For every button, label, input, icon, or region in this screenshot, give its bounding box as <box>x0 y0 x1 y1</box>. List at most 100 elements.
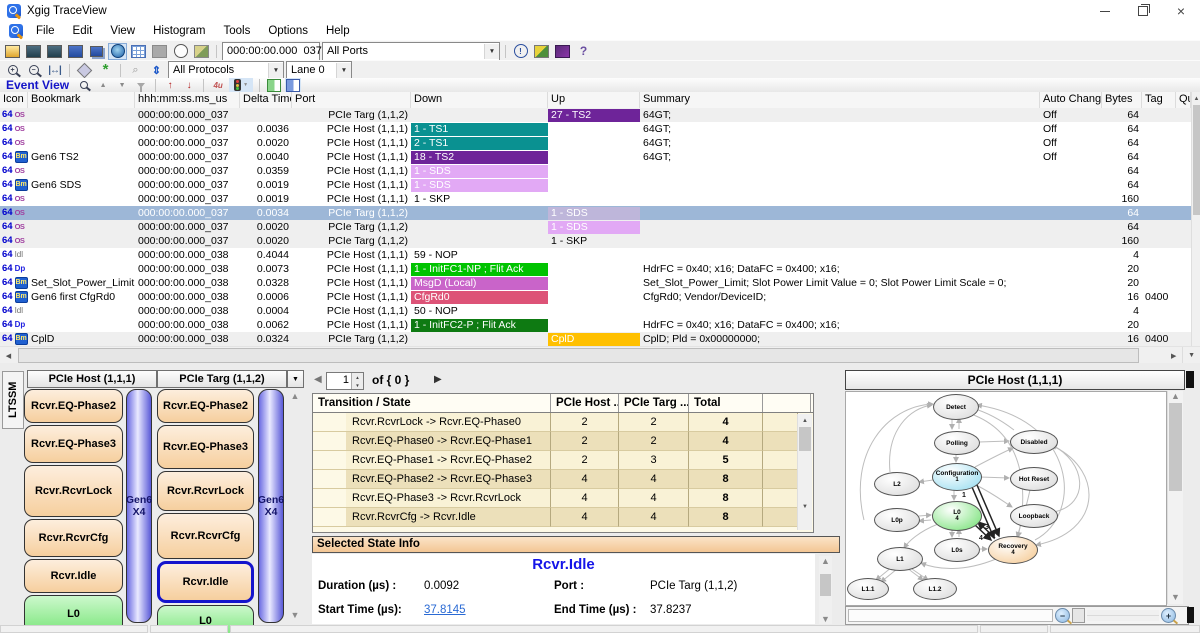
prev-event-icon[interactable]: ▲ <box>95 78 111 92</box>
col-icon[interactable]: Icon <box>0 92 28 108</box>
state-node-l2[interactable]: L2 <box>874 472 920 496</box>
help-icon[interactable]: ? <box>574 43 593 60</box>
table-row[interactable]: 64BmCplD000:00:00.000_0380.0324PCIe Targ… <box>0 332 1191 346</box>
state-node-l0[interactable]: L04 <box>932 501 982 531</box>
state-node-l0p[interactable]: L0p <box>874 508 920 532</box>
time-position-field[interactable]: 000:00:00.000 037▼ <box>222 42 320 61</box>
col-down[interactable]: Down <box>411 92 548 108</box>
zoom-in-icon[interactable]: + <box>1161 608 1176 623</box>
search-icon[interactable]: ⌕ <box>126 62 145 79</box>
import-trace-icon[interactable] <box>24 43 43 60</box>
transition-row[interactable]: Rcvr.RcvrCfg -> Rcvr.Idle448 <box>313 508 813 527</box>
col-total[interactable]: Total <box>689 394 763 412</box>
menu-view[interactable]: View <box>101 24 144 38</box>
col-tag[interactable]: Tag <box>1142 92 1176 108</box>
state-node-recovery[interactable]: Recovery4 <box>988 536 1038 564</box>
ltssm-state-rcvr-rcvrcfg[interactable]: Rcvr.RcvrCfg <box>24 519 123 557</box>
ports-dropdown-icon[interactable]: ▼ <box>484 44 499 59</box>
scroll-right-icon[interactable]: ▶ <box>1165 347 1182 364</box>
diagram-hscroll-track[interactable] <box>848 609 1053 622</box>
transition-row[interactable]: Rcvr.EQ-Phase0 -> Rcvr.EQ-Phase1224 <box>313 432 813 451</box>
col-delta[interactable]: Delta Time <box>240 92 292 108</box>
col-bytes[interactable]: Bytes <box>1102 92 1142 108</box>
scroll-up-icon[interactable]: ▲ <box>819 556 832 566</box>
view-split-icon[interactable] <box>266 78 282 92</box>
table-row[interactable]: 64OS000:00:00.000_0370.0036PCIe Host (1,… <box>0 122 1191 136</box>
scroll-down-icon[interactable]: ▼ <box>1168 592 1183 602</box>
page-spinbox[interactable]: 1 ▲▼ <box>326 372 364 390</box>
restore-button[interactable] <box>1124 0 1162 22</box>
table-row[interactable]: 64BmGen6 SDS000:00:00.000_0370.0019PCIe … <box>0 178 1191 192</box>
menu-tools[interactable]: Tools <box>214 24 259 38</box>
menu-histogram[interactable]: Histogram <box>144 24 214 38</box>
grid-view-icon[interactable] <box>129 43 148 60</box>
state-node-hot-reset[interactable]: Hot Reset <box>1010 467 1058 491</box>
open-file-icon[interactable] <box>3 43 22 60</box>
expert-analysis-icon[interactable] <box>532 43 551 60</box>
protocols-dropdown-icon[interactable]: ▼ <box>268 63 283 78</box>
ltssm-scroll-down-icon[interactable]: ▼ <box>288 610 302 620</box>
table-row[interactable]: 64Idl000:00:00.000_0380.4044PCIe Host (1… <box>0 248 1191 262</box>
zoom-slider-thumb[interactable] <box>1072 608 1085 623</box>
export-trace-icon[interactable] <box>45 43 64 60</box>
transition-vscrollbar[interactable]: ▲ ▼ <box>797 414 812 530</box>
page-next-icon[interactable]: ▶ <box>434 374 442 385</box>
timer-icon[interactable] <box>171 43 190 60</box>
inspect-icon[interactable] <box>76 78 92 92</box>
scroll-down-icon[interactable]: ▼ <box>798 500 812 513</box>
add-marker-icon[interactable]: * <box>96 62 115 79</box>
protocols-combo[interactable]: All Protocols▼ <box>168 61 284 80</box>
state-node-loopback[interactable]: Loopback <box>1010 504 1058 528</box>
table-row[interactable]: 64OS000:00:00.000_0370.0034PCIe Targ (1,… <box>0 206 1191 220</box>
ltssm-state-rcvr-eq-phase3[interactable]: Rcvr.EQ-Phase3 <box>24 425 123 463</box>
transition-row[interactable]: Rcvr.EQ-Phase3 -> Rcvr.RcvrLock448 <box>313 489 813 508</box>
col-qu[interactable]: Qu <box>1176 92 1191 108</box>
table-row[interactable]: 64OS000:00:00.000_0370.0019PCIe Host (1,… <box>0 192 1191 206</box>
page-prev-icon[interactable]: ◀ <box>314 374 322 385</box>
col-summary[interactable]: Summary <box>640 92 1040 108</box>
jump-down-icon[interactable]: ↓ <box>181 78 197 92</box>
start-time-link[interactable]: 37.8145 <box>424 604 466 616</box>
col-transition-state[interactable]: Transition / State <box>313 394 551 412</box>
event-hscrollbar[interactable]: ◀ ▶ ▼ <box>0 346 1200 364</box>
state-node-detect[interactable]: Detect <box>933 394 979 420</box>
ltssm-state-rcvr-eq-phase3[interactable]: Rcvr.EQ-Phase3 <box>157 425 254 469</box>
state-node-l0s[interactable]: L0s <box>934 538 980 562</box>
scroll-down-icon[interactable]: ▼ <box>819 614 832 624</box>
protocol-view-icon[interactable] <box>553 43 572 60</box>
zoom-out-icon[interactable]: − <box>1055 608 1070 623</box>
table-row[interactable]: 64Dp000:00:00.000_0380.0073PCIe Host (1,… <box>0 262 1191 276</box>
ltssm-targ-header[interactable]: PCIe Targ (1,1,2) <box>157 370 287 388</box>
table-row[interactable]: 64Dp000:00:00.000_0380.0062PCIe Host (1,… <box>0 318 1191 332</box>
swap-direction-icon[interactable]: ⇕ <box>147 62 166 79</box>
transition-row[interactable]: Rcvr.RcvrLock -> Rcvr.EQ-Phase0224 <box>313 413 813 432</box>
page-value[interactable]: 1 <box>327 373 351 389</box>
col-port[interactable]: Port <box>292 92 411 108</box>
filter-icon[interactable] <box>133 78 149 92</box>
view-combined-icon[interactable] <box>285 78 301 92</box>
about-icon[interactable]: ! <box>511 43 530 60</box>
state-node-disabled[interactable]: Disabled <box>1010 430 1058 454</box>
panel-handle[interactable] <box>1187 607 1194 623</box>
diagram-vscrollbar[interactable]: ▲ ▼ <box>1167 391 1183 604</box>
lane-dropdown-icon[interactable]: ▼ <box>336 63 351 78</box>
state-node-l1-1[interactable]: L1.1 <box>847 578 889 600</box>
zoom-fit-icon[interactable]: |↔| <box>45 62 64 79</box>
menu-file[interactable]: File <box>27 24 64 38</box>
spin-down-icon[interactable]: ▼ <box>352 381 363 389</box>
zoom-in-icon[interactable]: + <box>3 62 22 79</box>
table-row[interactable]: 64BmGen6 first CfgRd0000:00:00.000_0380.… <box>0 290 1191 304</box>
ltssm-state-rcvr-idle[interactable]: Rcvr.Idle <box>157 561 254 603</box>
state-node-configuration[interactable]: Configuration1 <box>932 463 982 491</box>
event-vscrollbar[interactable]: ▲ <box>1191 92 1200 346</box>
state-node-l1[interactable]: L1 <box>877 547 923 571</box>
state-node-l1-2[interactable]: L1.2 <box>913 578 957 600</box>
minimize-button[interactable] <box>1086 0 1124 22</box>
scroll-up-icon[interactable]: ▲ <box>798 414 812 427</box>
transition-row[interactable]: Rcvr.EQ-Phase2 -> Rcvr.EQ-Phase3448 <box>313 470 813 489</box>
table-row[interactable]: 64OS000:00:00.000_037PCIe Targ (1,1,2)27… <box>0 108 1191 122</box>
table-row[interactable]: 64Idl000:00:00.000_0380.0004PCIe Host (1… <box>0 304 1191 318</box>
col-time[interactable]: hhh:mm:ss.ms_us <box>135 92 240 108</box>
ltssm-state-rcvr-rcvrcfg[interactable]: Rcvr.RcvrCfg <box>157 513 254 559</box>
state-info-scrollbar[interactable]: ▲ ▼ <box>819 556 832 624</box>
